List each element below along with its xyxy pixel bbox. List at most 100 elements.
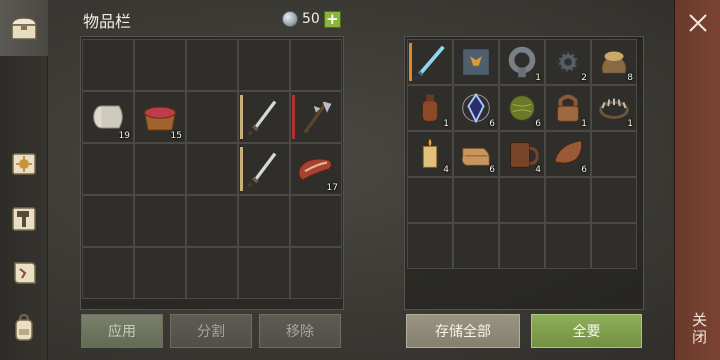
store-all-button[interactable]: 存储全部 bbox=[406, 314, 520, 348]
item-slot-content bbox=[242, 95, 286, 139]
inventory-slot[interactable] bbox=[238, 247, 290, 299]
inventory-slot[interactable] bbox=[545, 177, 591, 223]
inventory-slot[interactable] bbox=[238, 91, 290, 143]
ice-sword-icon bbox=[413, 45, 445, 81]
inventory-slot[interactable] bbox=[453, 39, 499, 85]
item-quantity: 6 bbox=[535, 119, 541, 129]
item-quantity: 6 bbox=[489, 165, 495, 175]
inventory-slot[interactable] bbox=[82, 195, 134, 247]
inventory-slot[interactable] bbox=[499, 177, 545, 223]
inventory-slot[interactable]: 4 bbox=[407, 131, 453, 177]
inventory-slot[interactable] bbox=[238, 39, 290, 91]
inventory-slot[interactable] bbox=[238, 143, 290, 195]
sword-icon bbox=[247, 152, 277, 188]
item-quantity: 8 bbox=[627, 73, 633, 83]
inventory-slot[interactable] bbox=[290, 91, 342, 143]
inventory-slot[interactable] bbox=[290, 39, 342, 91]
inventory-grid: 19 15 17 bbox=[82, 39, 342, 299]
chest-icon bbox=[11, 17, 37, 40]
inventory-slot[interactable] bbox=[290, 247, 342, 299]
inventory-slot[interactable]: 6 bbox=[545, 131, 591, 177]
inventory-slot[interactable] bbox=[453, 223, 499, 269]
item-quantity: 4 bbox=[535, 165, 541, 175]
take-all-button[interactable]: 全要 bbox=[531, 314, 642, 348]
inventory-slot[interactable] bbox=[186, 39, 238, 91]
book-icon bbox=[462, 48, 490, 76]
tab-map[interactable] bbox=[4, 253, 44, 293]
item-quantity: 1 bbox=[627, 119, 633, 129]
hammer-icon bbox=[12, 207, 36, 231]
inventory-slot[interactable]: 1 bbox=[407, 85, 453, 131]
add-currency-button[interactable]: + bbox=[323, 10, 341, 28]
item-quantity: 15 bbox=[170, 131, 182, 141]
inventory-slot[interactable] bbox=[591, 177, 637, 223]
inventory-slot[interactable] bbox=[453, 177, 499, 223]
inventory-slot[interactable]: 6 bbox=[499, 85, 545, 131]
item-slot-content bbox=[294, 95, 338, 139]
inventory-slot[interactable]: 6 bbox=[453, 85, 499, 131]
item-slot-content bbox=[242, 147, 286, 191]
inventory-slot[interactable] bbox=[407, 39, 453, 85]
inventory-slot[interactable] bbox=[186, 91, 238, 143]
item-slot-content bbox=[411, 43, 449, 81]
inventory-slot[interactable] bbox=[134, 195, 186, 247]
inventory-slot[interactable] bbox=[186, 143, 238, 195]
item-quantity: 17 bbox=[326, 183, 338, 193]
item-quantity: 4 bbox=[443, 165, 449, 175]
remove-button[interactable]: 移除 bbox=[259, 314, 341, 348]
item-quantity: 6 bbox=[489, 119, 495, 129]
tab-inventory[interactable] bbox=[0, 0, 48, 56]
map-scroll-icon bbox=[14, 262, 36, 284]
apply-button[interactable]: 应用 bbox=[81, 314, 163, 348]
item-quantity: 6 bbox=[581, 165, 587, 175]
split-button[interactable]: 分割 bbox=[170, 314, 252, 348]
inventory-slot[interactable]: 1 bbox=[499, 39, 545, 85]
halberd-icon bbox=[303, 100, 332, 134]
inventory-slot[interactable] bbox=[82, 143, 134, 195]
item-quantity: 1 bbox=[443, 119, 449, 129]
backpack-icon bbox=[15, 313, 33, 341]
item-slot-content bbox=[457, 43, 495, 81]
inventory-slot[interactable]: 17 bbox=[290, 143, 342, 195]
inventory-slot[interactable] bbox=[407, 177, 453, 223]
inventory-slot[interactable]: 4 bbox=[499, 131, 545, 177]
item-quantity: 2 bbox=[581, 73, 587, 83]
inventory-slot[interactable] bbox=[545, 223, 591, 269]
currency-amount: 50 bbox=[302, 11, 320, 27]
tab-bar bbox=[0, 0, 48, 360]
inventory-slot[interactable] bbox=[134, 39, 186, 91]
inventory-slot[interactable]: 8 bbox=[591, 39, 637, 85]
inventory-slot[interactable] bbox=[238, 195, 290, 247]
inventory-slot[interactable] bbox=[499, 223, 545, 269]
inventory-slot[interactable] bbox=[591, 223, 637, 269]
inventory-slot[interactable]: 1 bbox=[591, 85, 637, 131]
close-icon[interactable] bbox=[687, 12, 709, 34]
currency-display: 50 + bbox=[282, 9, 341, 29]
inventory-slot[interactable] bbox=[290, 195, 342, 247]
storage-grid: 1 2 8 1 6 6 1 1 4 6 4 6 bbox=[407, 39, 637, 269]
inventory-slot[interactable]: 19 bbox=[82, 91, 134, 143]
inventory-slot[interactable] bbox=[591, 131, 637, 177]
inventory-slot[interactable] bbox=[134, 247, 186, 299]
tab-crafting[interactable] bbox=[4, 198, 44, 238]
tab-journal[interactable] bbox=[4, 143, 44, 183]
inventory-slot[interactable]: 6 bbox=[453, 131, 499, 177]
tab-character[interactable] bbox=[4, 308, 44, 348]
inventory-slot[interactable]: 2 bbox=[545, 39, 591, 85]
inventory-slot[interactable] bbox=[186, 247, 238, 299]
inventory-slot[interactable] bbox=[134, 143, 186, 195]
page-title: 物品栏 bbox=[83, 12, 132, 31]
inventory-slot[interactable] bbox=[82, 247, 134, 299]
sun-scroll-icon bbox=[12, 153, 36, 175]
item-quantity: 1 bbox=[581, 119, 587, 129]
close-label[interactable]: 关闭 bbox=[689, 312, 710, 346]
inventory-slot[interactable] bbox=[82, 39, 134, 91]
inventory-slot[interactable] bbox=[407, 223, 453, 269]
coin-icon bbox=[282, 11, 298, 27]
inventory-slot[interactable] bbox=[186, 195, 238, 247]
item-quantity: 19 bbox=[118, 131, 130, 141]
inventory-slot[interactable]: 1 bbox=[545, 85, 591, 131]
close-bar[interactable]: 关闭 bbox=[674, 0, 720, 360]
sword-icon bbox=[247, 100, 277, 136]
inventory-slot[interactable]: 15 bbox=[134, 91, 186, 143]
